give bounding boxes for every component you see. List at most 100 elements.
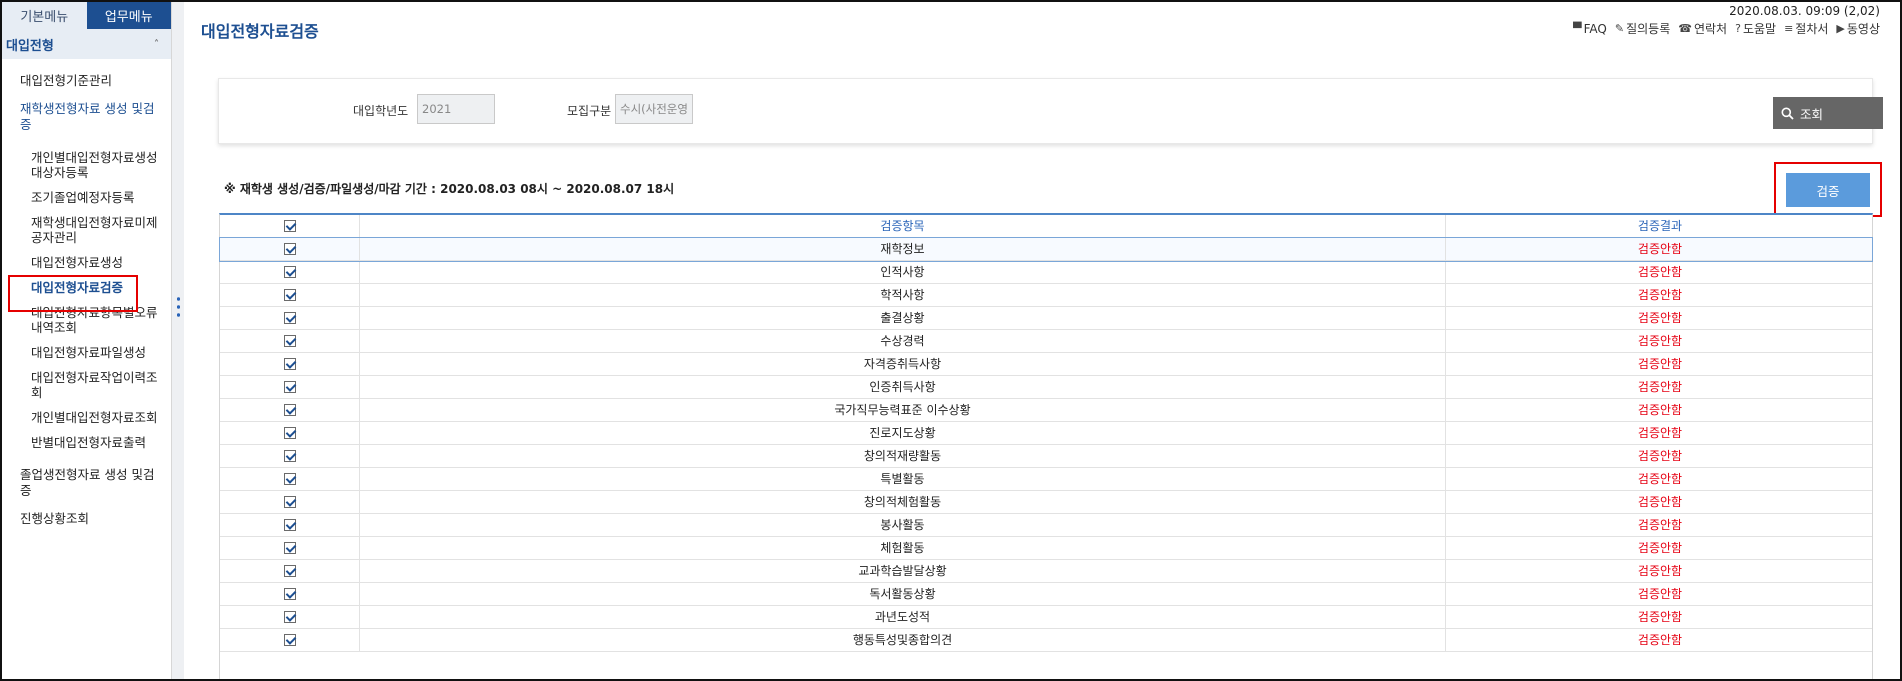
table-row[interactable]: 특별활동 검증안함 bbox=[220, 468, 1872, 491]
faq-label: FAQ bbox=[1583, 21, 1607, 36]
result-cell: 검증안함 bbox=[1637, 380, 1683, 394]
splitter-handle-icon[interactable] bbox=[177, 295, 180, 317]
row-checkbox[interactable] bbox=[283, 265, 296, 278]
select-all-cell[interactable] bbox=[220, 215, 360, 237]
table-row[interactable]: 인증취득사항 검증안함 bbox=[220, 376, 1872, 399]
row-checkbox-cell[interactable] bbox=[220, 422, 360, 444]
table-row[interactable]: 수상경력 검증안함 bbox=[220, 330, 1872, 353]
table-row[interactable]: 학적사항 검증안함 bbox=[220, 284, 1872, 307]
table-row[interactable]: 재학정보 검증안함 bbox=[219, 237, 1873, 262]
row-checkbox[interactable] bbox=[283, 242, 296, 255]
sidebar-subitem[interactable]: 대입전형자료생성 bbox=[2, 250, 171, 275]
table-row[interactable]: 출결상황 검증안함 bbox=[220, 307, 1872, 330]
faq-link[interactable]: ▀ FAQ bbox=[1573, 20, 1607, 37]
row-checkbox-cell[interactable] bbox=[220, 606, 360, 628]
help-label: 도움말 bbox=[1742, 22, 1777, 36]
item-cell: 출결상황 bbox=[360, 307, 1446, 329]
row-checkbox[interactable] bbox=[283, 357, 296, 370]
question-register-link[interactable]: ✎ 질의등록 bbox=[1615, 20, 1670, 37]
row-checkbox[interactable] bbox=[283, 426, 296, 439]
result-cell: 검증안함 bbox=[1637, 541, 1683, 555]
sidebar-tabs: 기본메뉴 업무메뉴 bbox=[2, 2, 171, 29]
sidebar-subitem[interactable]: 조기졸업예정자등록 bbox=[2, 185, 171, 210]
row-checkbox-cell[interactable] bbox=[220, 353, 360, 375]
row-checkbox[interactable] bbox=[283, 288, 296, 301]
table-row[interactable]: 국가직무능력표준 이수상황 검증안함 bbox=[220, 399, 1872, 422]
row-checkbox-cell[interactable] bbox=[220, 307, 360, 329]
sidebar-subitem[interactable]: 재학생대입전형자료미제공자관리 bbox=[2, 210, 171, 250]
item-cell: 학적사항 bbox=[360, 284, 1446, 306]
row-checkbox[interactable] bbox=[283, 311, 296, 324]
select-all-checkbox[interactable] bbox=[283, 219, 296, 232]
sidebar-item-criteria[interactable]: 대입전형기준관리 bbox=[2, 67, 171, 95]
row-checkbox[interactable] bbox=[283, 403, 296, 416]
table-row[interactable]: 체험활동 검증안함 bbox=[220, 537, 1872, 560]
sidebar-subitem[interactable]: 개인별대입전형자료조회 bbox=[2, 405, 171, 430]
row-checkbox[interactable] bbox=[283, 541, 296, 554]
row-checkbox-cell[interactable] bbox=[220, 238, 360, 260]
procedure-label: 절차서 bbox=[1795, 22, 1829, 36]
result-cell: 검증안함 bbox=[1637, 495, 1683, 509]
sidebar-subitem-current[interactable]: 대입전형자료검증 bbox=[2, 275, 171, 300]
app-window: 기본메뉴 업무메뉴 대입전형 ˄ 대입전형기준관리 재학생전형자료 생성 및검증… bbox=[0, 0, 1902, 681]
row-checkbox-cell[interactable] bbox=[220, 629, 360, 651]
sidebar-subitem[interactable]: 반별대입전형자료출력 bbox=[2, 430, 171, 455]
item-cell: 인증취득사항 bbox=[360, 376, 1446, 398]
row-checkbox[interactable] bbox=[283, 495, 296, 508]
row-checkbox[interactable] bbox=[283, 334, 296, 347]
sidebar-subitem[interactable]: 대입전형자료파일생성 bbox=[2, 340, 171, 365]
tab-basic-menu[interactable]: 기본메뉴 bbox=[2, 2, 87, 29]
row-checkbox[interactable] bbox=[283, 633, 296, 646]
row-checkbox-cell[interactable] bbox=[220, 468, 360, 490]
table-row[interactable]: 봉사활동 검증안함 bbox=[220, 514, 1872, 537]
sidebar-subitem[interactable]: 대입전형자료항목별오류내역조회 bbox=[2, 300, 171, 340]
sidebar-subitem[interactable]: 개인별대입전형자료생성대상자등록 bbox=[2, 145, 171, 185]
column-header-item[interactable]: 검증항목 bbox=[360, 215, 1446, 237]
table-row[interactable]: 행동특성및종합의견 검증안함 bbox=[220, 629, 1872, 652]
table-row[interactable]: 창의적체험활동 검증안함 bbox=[220, 491, 1872, 514]
row-checkbox-cell[interactable] bbox=[220, 445, 360, 467]
row-checkbox[interactable] bbox=[283, 587, 296, 600]
row-checkbox-cell[interactable] bbox=[220, 399, 360, 421]
table-row[interactable]: 창의적재량활동 검증안함 bbox=[220, 445, 1872, 468]
table-row[interactable]: 진로지도상황 검증안함 bbox=[220, 422, 1872, 445]
sidebar-section-admission[interactable]: 대입전형 ˄ bbox=[2, 29, 171, 59]
row-checkbox-cell[interactable] bbox=[220, 537, 360, 559]
row-checkbox-cell[interactable] bbox=[220, 376, 360, 398]
row-checkbox-cell[interactable] bbox=[220, 491, 360, 513]
type-select[interactable]: 수시(사전운영 bbox=[615, 94, 693, 124]
table-row[interactable]: 자격증취득사항 검증안함 bbox=[220, 353, 1872, 376]
table-row[interactable]: 인적사항 검증안함 bbox=[220, 261, 1872, 284]
year-field[interactable]: 2021 bbox=[417, 94, 495, 124]
sidebar-item-enrolled[interactable]: 재학생전형자료 생성 및검증 bbox=[2, 95, 171, 139]
table-row[interactable]: 교과학습발달상황 검증안함 bbox=[220, 560, 1872, 583]
contact-link[interactable]: ☎ 연락처 bbox=[1678, 20, 1727, 37]
row-checkbox[interactable] bbox=[283, 610, 296, 623]
row-checkbox-cell[interactable] bbox=[220, 330, 360, 352]
sidebar-splitter[interactable] bbox=[172, 2, 184, 679]
table-row[interactable]: 과년도성적 검증안함 bbox=[220, 606, 1872, 629]
row-checkbox-cell[interactable] bbox=[220, 261, 360, 283]
video-link[interactable]: ▶ 동영상 bbox=[1836, 20, 1880, 37]
procedure-link[interactable]: ≡ 절차서 bbox=[1784, 20, 1828, 37]
result-cell: 검증안함 bbox=[1637, 311, 1683, 325]
verify-button[interactable]: 검증 bbox=[1786, 173, 1870, 207]
table-row[interactable]: 독서활동상황 검증안함 bbox=[220, 583, 1872, 606]
tab-work-menu[interactable]: 업무메뉴 bbox=[86, 2, 171, 29]
search-button[interactable]: 조회 bbox=[1773, 97, 1883, 129]
row-checkbox[interactable] bbox=[283, 449, 296, 462]
sidebar-subitem[interactable]: 대입전형자료작업이력조회 bbox=[2, 365, 171, 405]
help-link[interactable]: ? 도움말 bbox=[1735, 20, 1776, 37]
row-checkbox-cell[interactable] bbox=[220, 514, 360, 536]
faq-icon: ▀ bbox=[1573, 22, 1582, 35]
row-checkbox-cell[interactable] bbox=[220, 560, 360, 582]
row-checkbox[interactable] bbox=[283, 380, 296, 393]
sidebar-item-graduate[interactable]: 졸업생전형자료 생성 및검증 bbox=[2, 461, 171, 505]
sidebar-item-progress[interactable]: 진행상황조회 bbox=[2, 505, 171, 533]
row-checkbox-cell[interactable] bbox=[220, 284, 360, 306]
row-checkbox[interactable] bbox=[283, 518, 296, 531]
column-header-result[interactable]: 검증결과 bbox=[1446, 215, 1874, 237]
row-checkbox[interactable] bbox=[283, 564, 296, 577]
row-checkbox-cell[interactable] bbox=[220, 583, 360, 605]
row-checkbox[interactable] bbox=[283, 472, 296, 485]
